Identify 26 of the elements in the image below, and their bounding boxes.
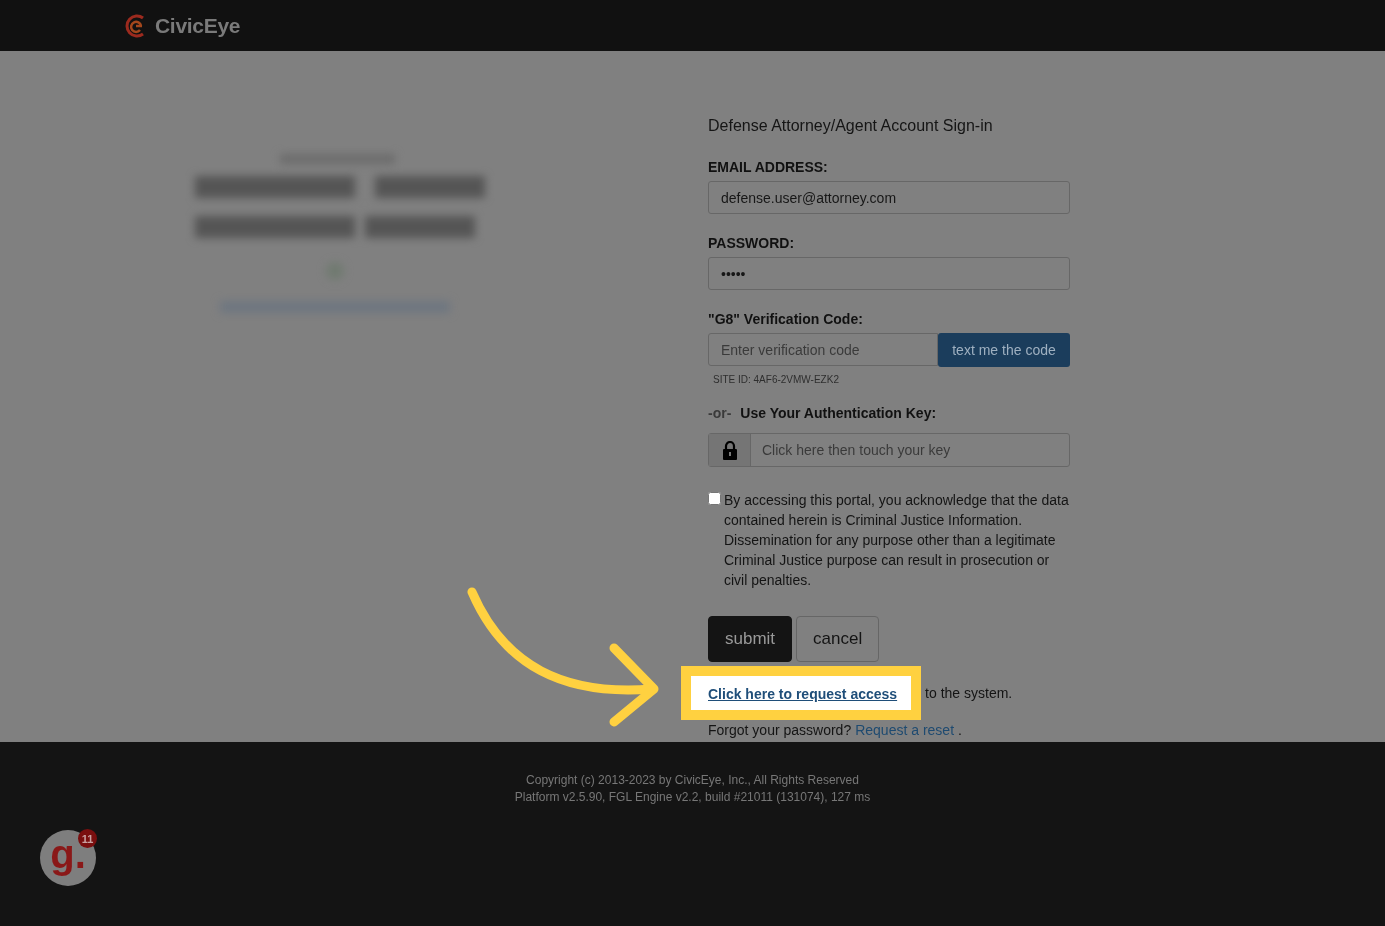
field-label: "G8" Verification Code: [708, 311, 864, 327]
auth-key-field[interactable]: Click here then touch your key [708, 433, 1070, 467]
reset-link[interactable]: Request a reset [855, 720, 955, 740]
footer-text: Copyright (c) 2013-2023 by CivicEye, Inc., All Rights Reserved [526, 772, 859, 789]
form-title: Defense Attorney/Agent Account Sign-in [708, 117, 994, 135]
or-separator: -or- [708, 405, 732, 423]
forgot-password-text: Forgot your password? [708, 721, 852, 740]
period-text: . [958, 721, 962, 740]
auth-key-input[interactable]: Click here then touch your key [751, 434, 1069, 466]
password-field[interactable]: ••••• [708, 257, 1070, 290]
text-code-button[interactable]: text me the code [938, 333, 1070, 367]
cancel-button[interactable]: cancel [796, 616, 880, 662]
field-label: PASSWORD: [708, 235, 796, 251]
site-id: SITE ID: 4AF6-2VMW-EZK2 [713, 374, 840, 385]
consent-text: By accessing this portal, you acknowledge that the data contained herein is Criminal Justice Information. Dissemination for any purpose other than a legitimate Criminal Justice purpose can result in prosecution or civil penalties. [724, 491, 1070, 590]
verification-code-field[interactable]: Enter verification code [708, 333, 938, 366]
field-label: EMAIL ADDRESS: [708, 159, 829, 175]
brand-name: CivicEye [155, 13, 241, 38]
consent-checkbox[interactable] [708, 492, 721, 505]
email-field[interactable]: defense.user@attorney.com [708, 181, 1070, 214]
lock-icon [722, 440, 737, 460]
request-access-link[interactable]: Click here to request access [708, 686, 898, 702]
submit-button[interactable]: submit [708, 616, 793, 662]
field-label: Use Your Authentication Key: [740, 405, 937, 421]
request-access-text: to the system. [925, 684, 1013, 703]
footer-text: Platform v2.5.90, FGL Engine v2.2, build #21011 (131074), 127 ms [514, 789, 871, 806]
